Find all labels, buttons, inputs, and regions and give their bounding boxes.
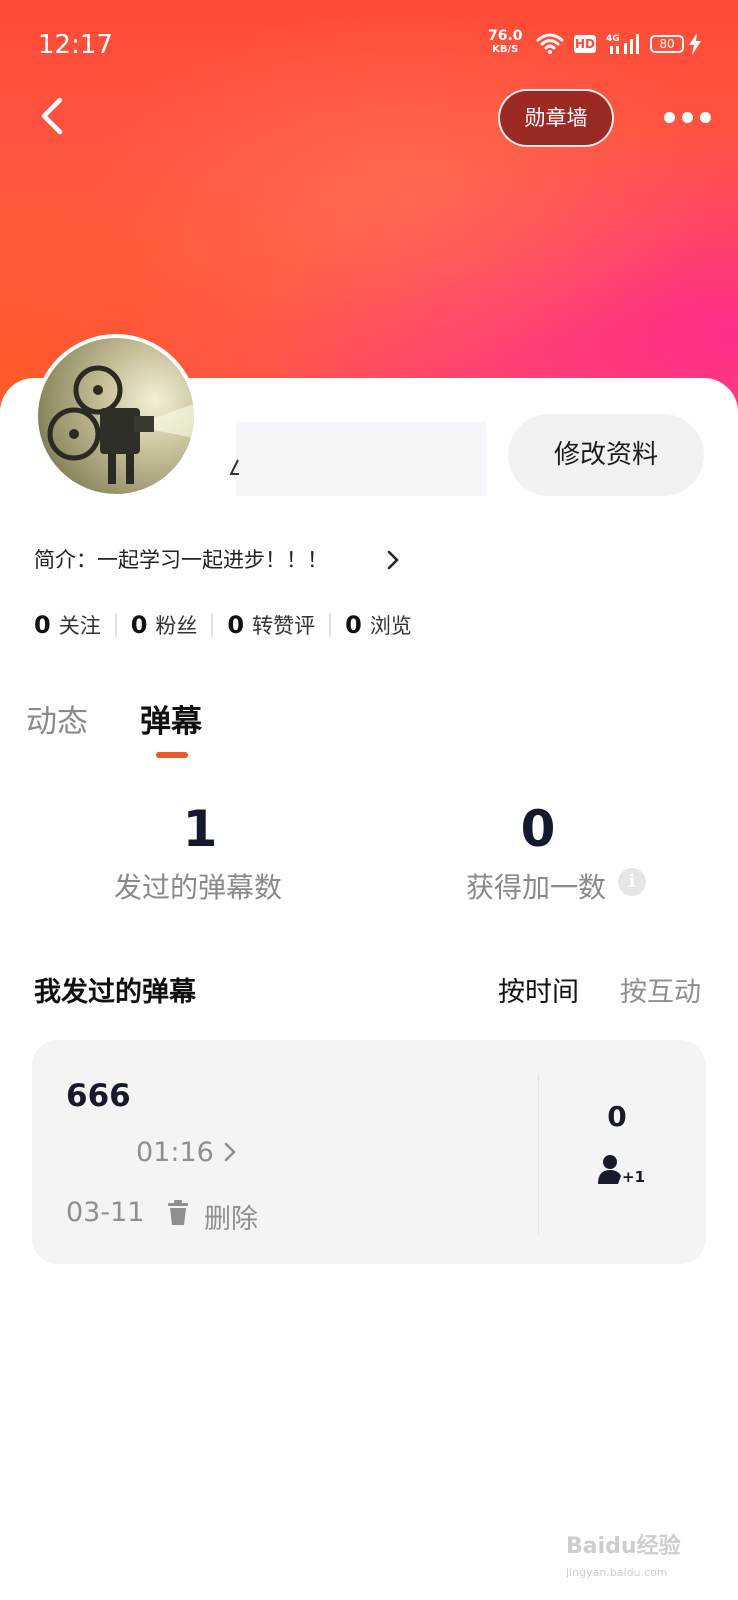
medal-wall-button[interactable]: 勋章墙 (498, 89, 614, 147)
status-time: 12:17 (38, 30, 113, 60)
sort-by-time-button[interactable]: 按时间 (498, 970, 579, 1009)
plus-one-count: 0 (607, 1100, 627, 1133)
plus-one-badge: +1 (622, 1168, 645, 1186)
stat-divider (329, 613, 332, 637)
stat-likes-value: 0 (227, 611, 245, 639)
network-speed-value: 76.0 (488, 28, 523, 44)
stat-follow-value: 0 (34, 611, 51, 639)
stat-divider (211, 613, 214, 637)
stat-fans[interactable]: 0 粉丝 (131, 610, 198, 640)
profile-stats: 0 关注 0 粉丝 0 转赞评 0 浏览 (34, 610, 412, 640)
film-projector-icon (47, 365, 194, 484)
tab-dynamic[interactable]: 动态 (26, 696, 88, 741)
danmaku-video-time[interactable]: 01:16 (136, 1137, 214, 1168)
plus-count-label: 获得加一数 (466, 871, 607, 904)
stat-likes[interactable]: 0 转赞评 (227, 610, 315, 640)
back-button[interactable] (34, 94, 74, 138)
chevron-right-icon[interactable] (386, 549, 400, 575)
more-dot-icon (682, 112, 693, 123)
hd-icon: HD (574, 35, 596, 53)
danmaku-list-item[interactable]: 666 01:16 03-11 删除 0 +1 (32, 1040, 706, 1264)
plus-count-value: 0 (520, 800, 556, 858)
stat-divider (114, 613, 117, 637)
stat-follow[interactable]: 0 关注 (34, 610, 101, 640)
stat-follow-label: 关注 (58, 614, 101, 638)
edit-profile-button[interactable]: 修改资料 (508, 414, 704, 496)
more-dot-icon (700, 112, 711, 123)
delete-button[interactable]: 删除 (204, 1197, 258, 1236)
section-title: 我发过的弹幕 (34, 977, 196, 1008)
trash-icon[interactable] (166, 1200, 190, 1230)
signal-icon: 4G (606, 32, 644, 60)
sort-by-interaction-button[interactable]: 按互动 (620, 970, 701, 1009)
danmaku-text: 666 (66, 1078, 131, 1114)
chevron-left-icon (34, 97, 74, 142)
network-speed: 76.0 KB/S (488, 28, 523, 56)
watermark-logo: Baidu经验 (566, 1534, 681, 1559)
plus-one-icon: +1 (596, 1154, 648, 1190)
bio-text[interactable]: 简介：一起学习一起进步！！！ (34, 544, 328, 574)
battery-icon: 80 (650, 35, 684, 53)
network-speed-unit: KB/S (492, 44, 519, 55)
card-divider (538, 1074, 539, 1234)
wifi-icon (536, 32, 564, 58)
tab-active-indicator (156, 752, 188, 758)
network-type-label: 4G (606, 34, 620, 44)
stat-fans-value: 0 (130, 611, 148, 639)
danmaku-date: 03-11 (66, 1197, 145, 1228)
chevron-right-icon[interactable] (222, 1140, 238, 1168)
sent-count-value: 1 (182, 800, 218, 858)
sent-count-label: 发过的弹幕数 (114, 871, 283, 904)
stat-likes-label: 转赞评 (252, 614, 316, 638)
stat-views-label: 浏览 (369, 614, 412, 638)
stat-views[interactable]: 0 浏览 (345, 610, 412, 640)
more-dot-icon (664, 112, 675, 123)
avatar[interactable] (34, 334, 198, 498)
stat-views-value: 0 (345, 611, 362, 639)
more-options-button[interactable] (664, 108, 712, 128)
username-masked (236, 422, 486, 496)
watermark-url: jingyan.baidu.com (566, 1566, 668, 1579)
username-fragment (229, 458, 240, 478)
tab-danmaku[interactable]: 弹幕 (140, 696, 202, 741)
info-icon[interactable]: i (618, 868, 646, 896)
stat-fans-label: 粉丝 (155, 614, 198, 638)
charging-bolt-icon (688, 33, 702, 59)
status-bar: 12:17 76.0 KB/S HD 4G 80 (0, 0, 738, 90)
